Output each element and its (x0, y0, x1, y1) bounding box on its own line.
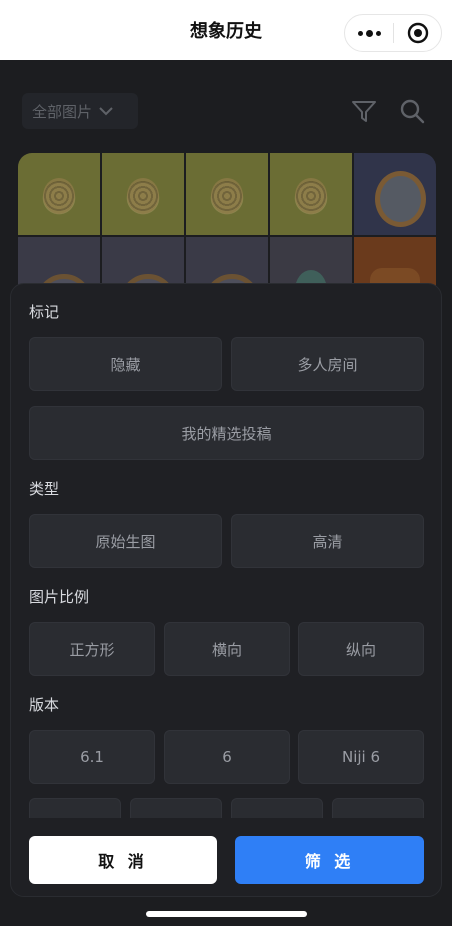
chip-version-more-4[interactable] (332, 798, 424, 818)
chip-version-6[interactable]: 6 (164, 730, 290, 784)
filter-icon[interactable] (350, 97, 378, 129)
chip-version-more-1[interactable] (29, 798, 121, 818)
filter-sheet: 标记 隐藏 多人房间 我的精选投稿 类型 原始生图 高清 图片比例 正方形 横向… (10, 283, 442, 897)
chip-hd[interactable]: 高清 (231, 514, 424, 568)
chip-square[interactable]: 正方形 (29, 622, 155, 676)
section-title-type: 类型 (29, 480, 60, 498)
dropdown-label: 全部图片 (32, 102, 93, 121)
search-icon[interactable] (398, 97, 426, 129)
close-circle-icon[interactable] (394, 15, 441, 51)
filter-confirm-button[interactable]: 筛 选 (235, 836, 424, 884)
cancel-button[interactable]: 取 消 (29, 836, 217, 884)
version-row-clipped (11, 798, 441, 818)
chip-version-niji-6[interactable]: Niji 6 (298, 730, 424, 784)
chip-portrait[interactable]: 纵向 (298, 622, 424, 676)
image-scope-dropdown[interactable]: 全部图片 (22, 93, 138, 129)
image-thumbnail[interactable] (354, 153, 436, 235)
chip-landscape[interactable]: 横向 (164, 622, 290, 676)
chevron-down-icon (98, 102, 114, 120)
chip-my-featured[interactable]: 我的精选投稿 (29, 406, 424, 460)
mini-program-capsule (344, 14, 442, 52)
chip-original[interactable]: 原始生图 (29, 514, 222, 568)
section-title-marks: 标记 (29, 303, 60, 321)
chip-version-more-3[interactable] (231, 798, 323, 818)
chip-multiplayer-room[interactable]: 多人房间 (231, 337, 424, 391)
home-indicator (146, 911, 307, 917)
chip-version-6-1[interactable]: 6.1 (29, 730, 155, 784)
page-title: 想象历史 (190, 21, 262, 42)
section-title-ratio: 图片比例 (29, 588, 90, 606)
chip-version-more-2[interactable] (130, 798, 222, 818)
image-thumbnail[interactable] (270, 153, 352, 235)
image-thumbnail[interactable] (18, 153, 100, 235)
more-icon[interactable] (345, 15, 393, 51)
section-title-version: 版本 (29, 696, 60, 714)
image-thumbnail[interactable] (186, 153, 268, 235)
image-thumbnail[interactable] (102, 153, 184, 235)
top-nav-bar: 想象历史 (0, 0, 452, 60)
chip-hidden[interactable]: 隐藏 (29, 337, 222, 391)
